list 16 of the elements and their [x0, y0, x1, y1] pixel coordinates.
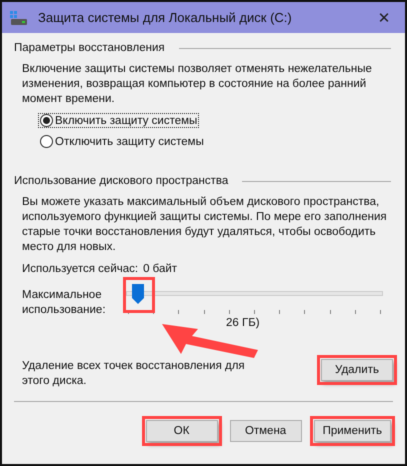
slider-reading: 26 ГБ) [226, 317, 260, 329]
slider-thumb[interactable] [132, 284, 144, 304]
radio-option[interactable]: Отключить защиту системы [38, 134, 206, 149]
section-heading: Параметры восстановления [14, 42, 165, 54]
description-text: Вы можете указать максимальный объем дискового пространства, используемого функцией защиты системы. По мере его заполнения старые точки восстановления будут удаляться, чтобы освободить место для новых. [22, 195, 388, 255]
section-heading: Использование дискового пространства [14, 175, 228, 187]
drive-icon [10, 10, 28, 24]
close-button[interactable]: ✕ [363, 2, 405, 33]
max-usage-label: Максимальное использование: [22, 288, 107, 318]
description-text: Включение защиты системы позволяет отменять нежелательные изменения, возвращая компьютер в состояние на более ранний момент времени. [22, 62, 373, 107]
dialog-button[interactable]: Отмена [230, 420, 302, 442]
window-title: Защита системы для Локальный диск (C:) [38, 10, 293, 25]
usage-label: Используется сейчас: [22, 263, 138, 275]
radio-option[interactable]: Включить защиту системы [38, 113, 200, 128]
delete-description: Удаление всех точек восстановления для этого диска. [22, 359, 246, 389]
usage-value: 0 байт [143, 263, 178, 275]
